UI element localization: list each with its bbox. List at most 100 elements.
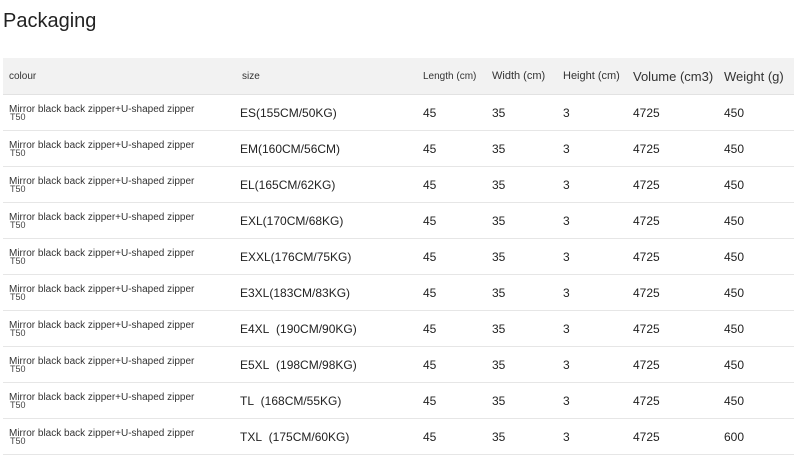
header-length: Length (cm)	[417, 58, 486, 95]
cell-height: 3	[557, 94, 626, 131]
cell-length: 45	[417, 130, 486, 167]
cell-colour: Mirror black back zipper+U-shaped zipper…	[3, 310, 238, 347]
cell-size: EL(165CM/62KG)	[238, 166, 417, 203]
cell-colour: Mirror black back zipper+U-shaped zipper…	[3, 382, 238, 419]
colour-sub-label: T50	[10, 400, 26, 410]
cell-colour: Mirror black back zipper+U-shaped zipper…	[3, 202, 238, 239]
cell-height: 3	[557, 166, 626, 203]
colour-label: Mirror black back zipper+U-shaped zipper	[9, 284, 195, 295]
header-colour: colour	[3, 58, 238, 95]
cell-width: 35	[486, 274, 557, 311]
table-row: Mirror black back zipper+U-shaped zipper…	[3, 130, 794, 167]
header-volume: Volume (cm3)	[626, 58, 717, 95]
cell-weight: 450	[717, 238, 794, 275]
table-row: Mirror black back zipper+U-shaped zipper…	[3, 94, 794, 131]
cell-colour: Mirror black back zipper+U-shaped zipper…	[3, 130, 238, 167]
cell-width: 35	[486, 310, 557, 347]
colour-sub-label: T50	[10, 364, 26, 374]
header-weight: Weight (g)	[717, 58, 794, 95]
colour-label: Mirror black back zipper+U-shaped zipper	[9, 320, 195, 331]
cell-size: E3XL(183CM/83KG)	[238, 274, 417, 311]
cell-volume: 4725	[626, 310, 717, 347]
cell-length: 45	[417, 94, 486, 131]
cell-colour: Mirror black back zipper+U-shaped zipper…	[3, 238, 238, 275]
cell-width: 35	[486, 166, 557, 203]
cell-size: E5XL (198CM/98KG)	[238, 346, 417, 383]
cell-weight: 450	[717, 274, 794, 311]
cell-length: 45	[417, 202, 486, 239]
cell-height: 3	[557, 238, 626, 275]
colour-label: Mirror black back zipper+U-shaped zipper	[9, 104, 195, 115]
colour-sub-label: T50	[10, 148, 26, 158]
colour-sub-label: T50	[10, 436, 26, 446]
cell-height: 3	[557, 418, 626, 455]
cell-colour: Mirror black back zipper+U-shaped zipper…	[3, 94, 238, 131]
table-header-row: colour size Length (cm) Width (cm) Heigh…	[3, 58, 794, 95]
cell-size: E4XL (190CM/90KG)	[238, 310, 417, 347]
cell-length: 45	[417, 346, 486, 383]
table-row: Mirror black back zipper+U-shaped zipper…	[3, 346, 794, 383]
cell-weight: 450	[717, 130, 794, 167]
cell-height: 3	[557, 202, 626, 239]
cell-weight: 450	[717, 310, 794, 347]
table-row: Mirror black back zipper+U-shaped zipper…	[3, 202, 794, 239]
cell-volume: 4725	[626, 94, 717, 131]
table-row: Mirror black back zipper+U-shaped zipper…	[3, 166, 794, 203]
colour-label: Mirror black back zipper+U-shaped zipper	[9, 248, 195, 259]
colour-sub-label: T50	[10, 328, 26, 338]
cell-length: 45	[417, 382, 486, 419]
cell-volume: 4725	[626, 202, 717, 239]
page-title: Packaging	[3, 10, 97, 32]
cell-weight: 450	[717, 166, 794, 203]
cell-width: 35	[486, 202, 557, 239]
colour-sub-label: T50	[10, 112, 26, 122]
cell-height: 3	[557, 346, 626, 383]
cell-width: 35	[486, 346, 557, 383]
table-row: Mirror black back zipper+U-shaped zipper…	[3, 274, 794, 311]
cell-size: EXXL(176CM/75KG)	[238, 238, 417, 275]
cell-weight: 450	[717, 202, 794, 239]
cell-length: 45	[417, 274, 486, 311]
cell-length: 45	[417, 418, 486, 455]
cell-height: 3	[557, 274, 626, 311]
cell-height: 3	[557, 310, 626, 347]
header-size: size	[238, 58, 417, 95]
cell-height: 3	[557, 382, 626, 419]
table-row: Mirror black back zipper+U-shaped zipper…	[3, 382, 794, 419]
table-row: Mirror black back zipper+U-shaped zipper…	[3, 238, 794, 275]
cell-volume: 4725	[626, 274, 717, 311]
cell-length: 45	[417, 310, 486, 347]
cell-width: 35	[486, 382, 557, 419]
cell-width: 35	[486, 130, 557, 167]
cell-length: 45	[417, 166, 486, 203]
colour-sub-label: T50	[10, 292, 26, 302]
cell-length: 45	[417, 238, 486, 275]
cell-weight: 450	[717, 94, 794, 131]
cell-size: TXL (175CM/60KG)	[238, 418, 417, 455]
cell-colour: Mirror black back zipper+U-shaped zipper…	[3, 418, 238, 455]
table-row: Mirror black back zipper+U-shaped zipper…	[3, 310, 794, 347]
header-height: Height (cm)	[557, 58, 626, 95]
cell-width: 35	[486, 418, 557, 455]
header-width: Width (cm)	[486, 58, 557, 95]
colour-sub-label: T50	[10, 256, 26, 266]
colour-sub-label: T50	[10, 220, 26, 230]
colour-label: Mirror black back zipper+U-shaped zipper	[9, 176, 195, 187]
cell-weight: 450	[717, 346, 794, 383]
cell-volume: 4725	[626, 166, 717, 203]
cell-colour: Mirror black back zipper+U-shaped zipper…	[3, 166, 238, 203]
cell-colour: Mirror black back zipper+U-shaped zipper…	[3, 274, 238, 311]
cell-volume: 4725	[626, 382, 717, 419]
cell-volume: 4725	[626, 130, 717, 167]
cell-height: 3	[557, 130, 626, 167]
cell-volume: 4725	[626, 418, 717, 455]
cell-volume: 4725	[626, 346, 717, 383]
cell-size: EM(160CM/56CM)	[238, 130, 417, 167]
colour-sub-label: T50	[10, 184, 26, 194]
cell-width: 35	[486, 238, 557, 275]
cell-width: 35	[486, 94, 557, 131]
cell-size: EXL(170CM/68KG)	[238, 202, 417, 239]
cell-volume: 4725	[626, 238, 717, 275]
cell-weight: 450	[717, 382, 794, 419]
colour-label: Mirror black back zipper+U-shaped zipper	[9, 140, 195, 151]
